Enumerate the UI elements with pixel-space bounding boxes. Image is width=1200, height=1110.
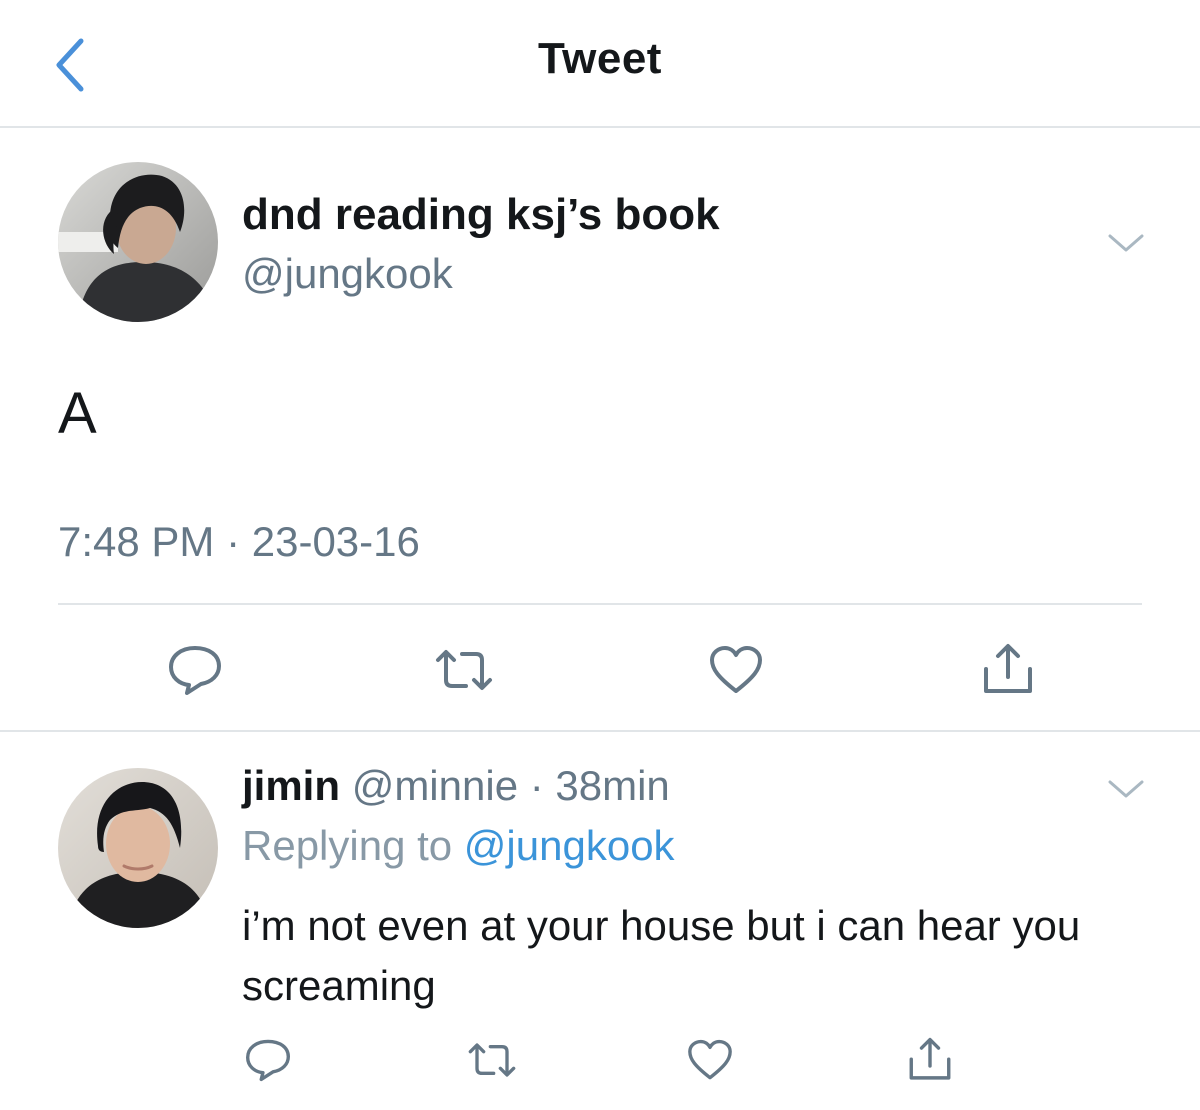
divider: [0, 730, 1200, 732]
divider: [58, 603, 1142, 605]
reply-header: jimin @minnie · 38min: [242, 762, 670, 810]
tweet-text: A: [58, 381, 97, 446]
like-button[interactable]: [696, 630, 776, 710]
page-title: Tweet: [538, 34, 662, 83]
replying-prefix: Replying to: [242, 822, 464, 869]
avatar-photo: [58, 768, 218, 928]
user-handle[interactable]: @jungkook: [242, 250, 453, 298]
reply-button[interactable]: [155, 630, 235, 710]
reply-icon: [169, 646, 221, 695]
retweet-button[interactable]: [454, 1022, 530, 1098]
reply-meta: @minnie · 38min: [351, 762, 670, 809]
display-name[interactable]: dnd reading ksj’s book: [242, 190, 720, 240]
chevron-down-icon[interactable]: [1104, 228, 1148, 258]
retweet-icon: [436, 650, 492, 690]
avatar[interactable]: [58, 162, 218, 322]
share-button[interactable]: [892, 1022, 968, 1098]
timestamp: 7:48 PM · 23-03-16: [58, 518, 420, 565]
replying-to: Replying to @jungkook: [242, 822, 675, 870]
avatar[interactable]: [58, 768, 218, 928]
like-icon: [688, 1039, 732, 1080]
chevron-down-icon[interactable]: [1104, 774, 1148, 804]
share-icon: [984, 644, 1032, 693]
retweet-icon: [468, 1043, 516, 1077]
reply-text: i’m not even at your house but i can hea…: [242, 902, 1081, 1009]
share-button[interactable]: [968, 630, 1048, 710]
reply-display-name[interactable]: jimin: [242, 762, 340, 809]
share-icon: [909, 1037, 951, 1080]
retweet-button[interactable]: [424, 630, 504, 710]
reply-icon: [246, 1039, 290, 1082]
avatar-photo: [58, 162, 218, 322]
like-icon: [710, 646, 762, 693]
reply-button[interactable]: [230, 1022, 306, 1098]
mention-link[interactable]: @jungkook: [464, 822, 675, 869]
like-button[interactable]: [672, 1022, 748, 1098]
